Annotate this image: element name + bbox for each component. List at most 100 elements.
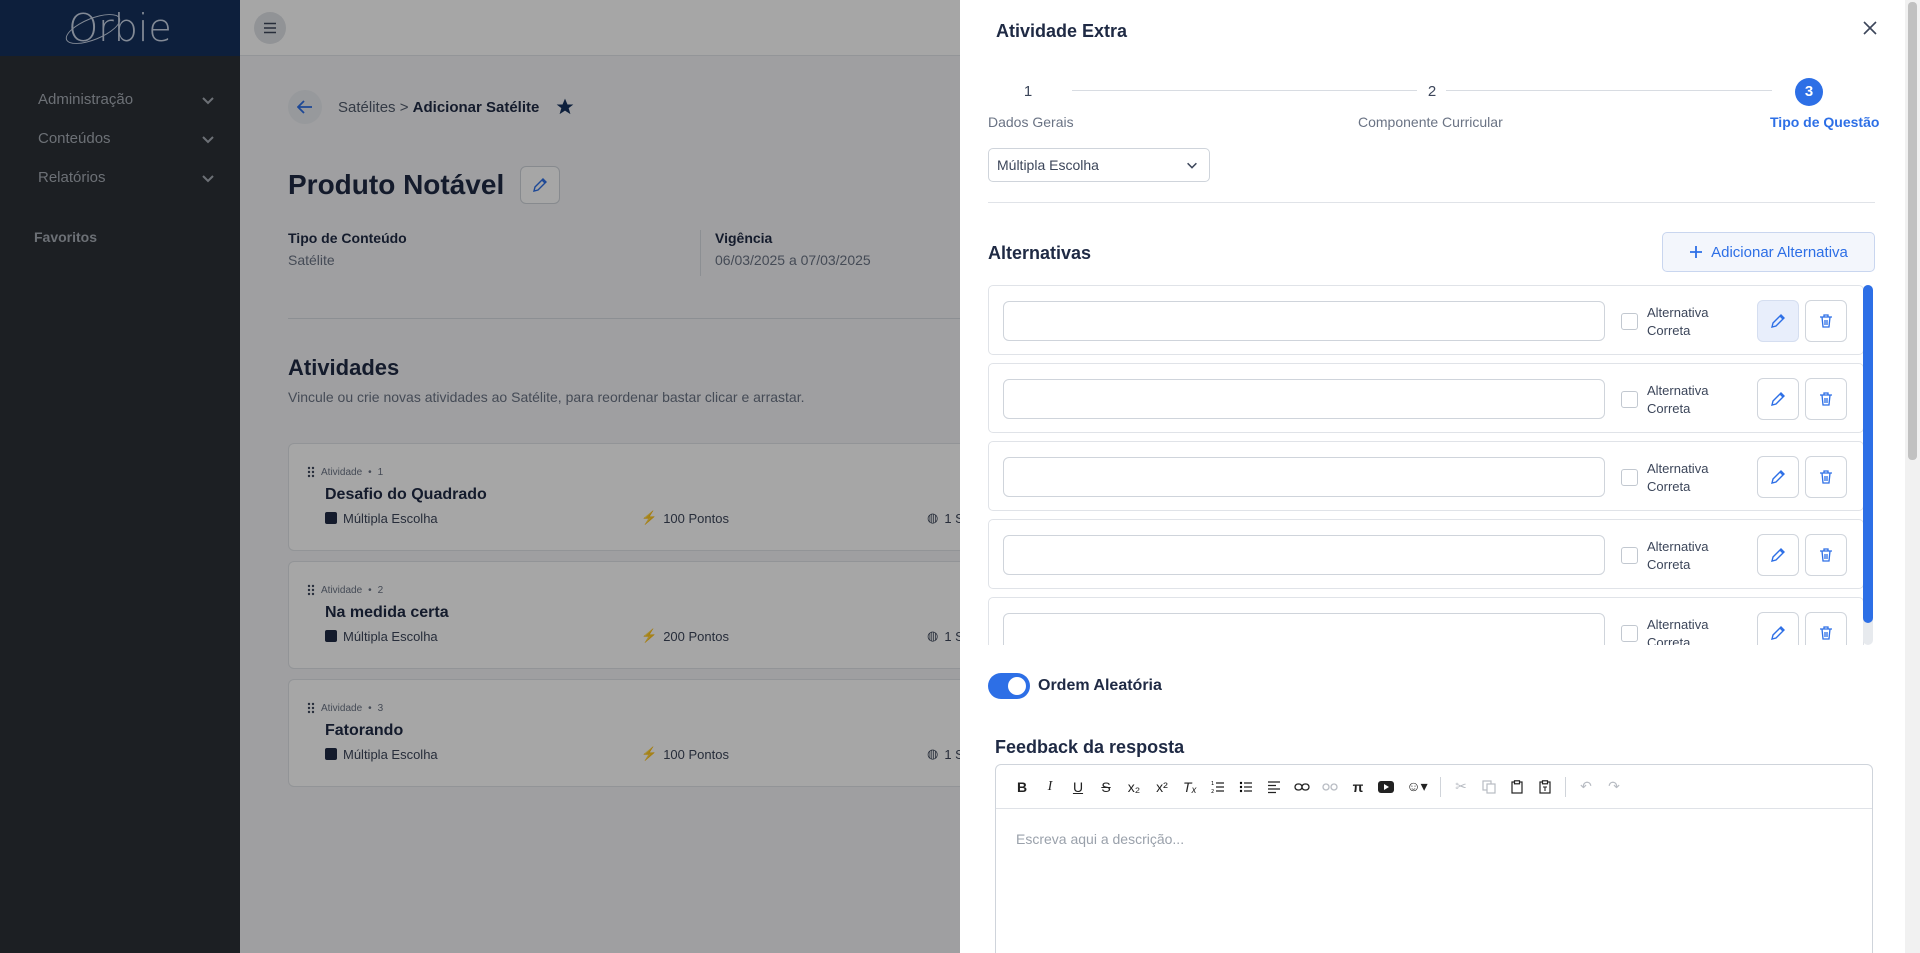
page-scrollbar-thumb[interactable] (1908, 2, 1917, 460)
trash-icon (1820, 548, 1832, 562)
pencil-icon (1771, 470, 1785, 484)
correct-checkbox[interactable] (1621, 547, 1638, 564)
delete-alternative-button[interactable] (1805, 378, 1847, 420)
delete-alternative-button[interactable] (1805, 456, 1847, 498)
numbered-list-icon: 12 (1211, 781, 1224, 794)
plus-icon (1690, 246, 1703, 258)
correct-checkbox[interactable] (1621, 391, 1638, 408)
svg-text:1: 1 (1211, 781, 1214, 787)
alternative-row: Alternativa Correta (988, 597, 1864, 645)
feedback-title: Feedback da resposta (995, 737, 1185, 757)
emoji-button[interactable]: ☺▾ (1400, 773, 1434, 801)
pencil-icon (1771, 626, 1785, 640)
math-button[interactable]: π (1344, 773, 1372, 801)
edit-alternative-button[interactable] (1757, 300, 1799, 342)
link-button[interactable] (1288, 773, 1316, 801)
paste-icon (1511, 779, 1523, 794)
copy-button[interactable] (1475, 773, 1503, 801)
subscript-button[interactable]: x₂ (1120, 773, 1148, 801)
step-3-label: Tipo de Questão (1770, 114, 1880, 130)
strikethrough-button[interactable]: S (1092, 773, 1120, 801)
step-2-label: Componente Curricular (1358, 114, 1503, 130)
pencil-icon (1771, 392, 1785, 406)
paste-text-icon (1539, 779, 1551, 794)
step-1-number[interactable]: 1 (1014, 78, 1042, 106)
step-2-number[interactable]: 2 (1418, 78, 1446, 106)
unlink-icon (1322, 782, 1338, 791)
video-button[interactable] (1372, 773, 1400, 801)
delete-alternative-button[interactable] (1805, 612, 1847, 645)
numbered-list-button[interactable]: 12 (1204, 773, 1232, 801)
youtube-icon (1378, 780, 1394, 793)
edit-alternative-button[interactable] (1757, 378, 1799, 420)
svg-text:2: 2 (1211, 789, 1214, 794)
step-1-label: Dados Gerais (988, 114, 1074, 130)
clear-format-button[interactable]: Tₓ (1176, 773, 1204, 801)
link-icon (1294, 782, 1310, 791)
correct-checkbox-label: Alternativa Correta (1647, 383, 1709, 416)
edit-alternative-button[interactable] (1757, 534, 1799, 576)
alternative-input[interactable] (1003, 379, 1605, 419)
alternatives-scrollbar-thumb[interactable] (1863, 285, 1873, 623)
toolbar-separator (1565, 776, 1566, 797)
correct-checkbox[interactable] (1621, 469, 1638, 486)
undo-button[interactable]: ↶ (1572, 773, 1600, 801)
alternative-input[interactable] (1003, 535, 1605, 575)
close-icon (1863, 21, 1877, 35)
correct-checkbox-label: Alternativa Correta (1647, 539, 1709, 572)
bold-button[interactable]: B (1008, 773, 1036, 801)
edit-alternative-button[interactable] (1757, 612, 1799, 645)
align-left-icon (1268, 780, 1280, 793)
divider (988, 202, 1875, 203)
alternative-input[interactable] (1003, 301, 1605, 341)
drawer-title: Atividade Extra (996, 21, 1128, 41)
correct-checkbox-label: Alternativa Correta (1647, 305, 1709, 338)
step-connector (1446, 90, 1772, 91)
add-alternative-label: Adicionar Alternativa (1711, 243, 1848, 261)
align-button[interactable] (1260, 773, 1288, 801)
bullet-list-button[interactable] (1232, 773, 1260, 801)
modal-backdrop[interactable] (0, 0, 960, 953)
superscript-button[interactable]: x² (1148, 773, 1176, 801)
trash-icon (1820, 626, 1832, 640)
random-order-label: Ordem Aleatória (1038, 677, 1162, 694)
toolbar-separator (1440, 776, 1441, 797)
paste-text-button[interactable] (1531, 773, 1559, 801)
bullet-list-icon (1239, 781, 1252, 792)
alternatives-title: Alternativas (988, 243, 1092, 263)
step-3-number[interactable]: 3 (1795, 78, 1823, 106)
alternative-row: Alternativa Correta (988, 519, 1864, 589)
correct-checkbox-label: Alternativa Correta (1647, 617, 1709, 645)
italic-button[interactable]: I (1036, 773, 1064, 801)
feedback-editor: B I U S x₂ x² Tₓ 12 π ☺▾ ✂ ↶ ↷ Escreva a… (995, 764, 1873, 953)
close-button[interactable] (1858, 16, 1882, 40)
chevron-down-icon (1187, 162, 1197, 169)
alternatives-list[interactable]: Alternativa Correta Alternativa Correta … (988, 285, 1875, 645)
alternative-input[interactable] (1003, 457, 1605, 497)
correct-checkbox[interactable] (1621, 313, 1638, 330)
random-order-row: Ordem Aleatória (988, 673, 1162, 699)
unlink-button[interactable] (1316, 773, 1344, 801)
alternative-row: Alternativa Correta (988, 285, 1864, 355)
trash-icon (1820, 470, 1832, 484)
editor-toolbar: B I U S x₂ x² Tₓ 12 π ☺▾ ✂ ↶ ↷ (996, 765, 1872, 809)
cut-button[interactable]: ✂ (1447, 773, 1475, 801)
pencil-icon (1771, 548, 1785, 562)
pencil-icon (1771, 314, 1785, 328)
paste-button[interactable] (1503, 773, 1531, 801)
delete-alternative-button[interactable] (1805, 300, 1847, 342)
stepper: 1 2 3 Dados Gerais Componente Curricular… (988, 78, 1879, 130)
add-alternative-button[interactable]: Adicionar Alternativa (1662, 232, 1875, 272)
underline-button[interactable]: U (1064, 773, 1092, 801)
trash-icon (1820, 314, 1832, 328)
question-type-value: Múltipla Escolha (997, 157, 1099, 173)
question-type-select[interactable]: Múltipla Escolha (988, 148, 1210, 182)
edit-alternative-button[interactable] (1757, 456, 1799, 498)
random-order-toggle[interactable] (988, 673, 1030, 699)
copy-icon (1482, 779, 1496, 794)
alternative-input[interactable] (1003, 613, 1605, 645)
redo-button[interactable]: ↷ (1600, 773, 1628, 801)
delete-alternative-button[interactable] (1805, 534, 1847, 576)
correct-checkbox[interactable] (1621, 625, 1638, 642)
editor-placeholder[interactable]: Escreva aqui a descrição... (996, 809, 1872, 847)
